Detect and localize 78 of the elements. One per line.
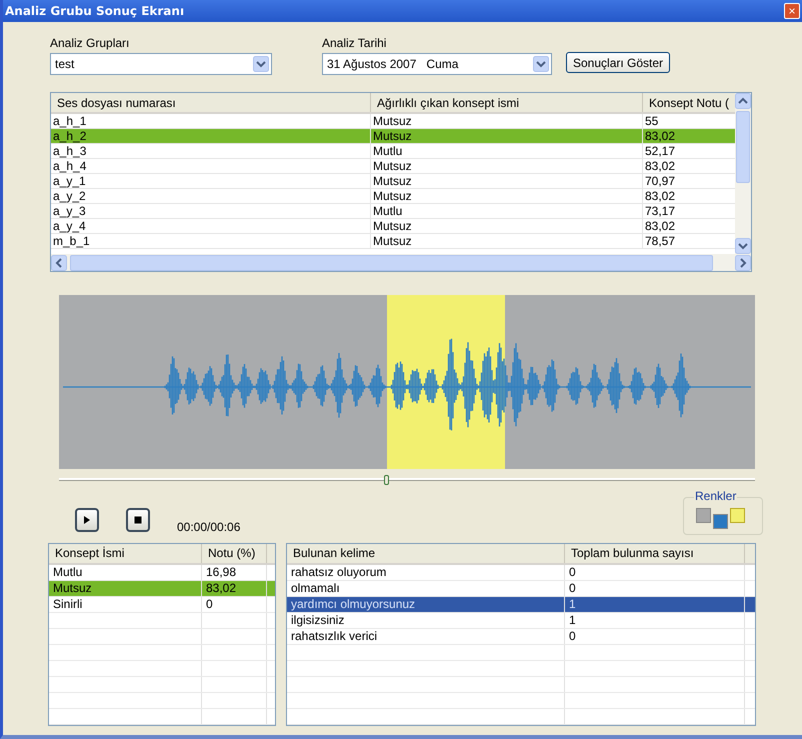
table-cell: Sinirli — [49, 597, 202, 612]
show-results-button[interactable]: Sonuçları Göster — [566, 52, 670, 73]
color-swatch[interactable] — [696, 508, 711, 523]
table-cell: Mutlu — [371, 204, 643, 218]
table-cell: a_h_2 — [51, 129, 371, 143]
table-row[interactable]: a_h_3 Mutlu 52,17 — [51, 144, 737, 159]
table-cell: Mutsuz — [371, 114, 643, 128]
table-cell: 0 — [565, 581, 745, 596]
stop-button[interactable] — [126, 508, 150, 532]
table-row[interactable]: Mutsuz 83,02 — [49, 581, 275, 597]
table-row[interactable]: a_h_4 Mutsuz 83,02 — [51, 159, 737, 174]
playback-time: 00:00/00:06 — [177, 520, 240, 534]
group-dropdown[interactable]: test — [50, 53, 272, 75]
window-title: Analiz Grubu Sonuç Ekranı — [5, 4, 184, 18]
slider-thumb[interactable] — [384, 475, 390, 485]
color-swatch[interactable] — [730, 508, 745, 523]
table-row[interactable]: yardımcı olmuyorsunuz 1 — [287, 597, 755, 613]
table-cell: a_y_4 — [51, 219, 371, 233]
table-cell: 1 — [565, 597, 745, 612]
table-cell: Mutsuz — [371, 234, 643, 248]
table-row[interactable]: a_y_2 Mutsuz 83,02 — [51, 189, 737, 204]
stop-icon — [133, 515, 143, 525]
table-cell: a_y_2 — [51, 189, 371, 203]
play-icon — [82, 515, 92, 525]
table-cell: ilgisizsiniz — [287, 613, 565, 628]
table-cell: a_h_1 — [51, 114, 371, 128]
close-button[interactable]: × — [784, 3, 800, 19]
table-cell: Mutsuz — [371, 174, 643, 188]
scroll-up-icon[interactable] — [735, 93, 751, 109]
seek-slider[interactable] — [59, 475, 755, 485]
field-label: Analiz Grupları — [50, 36, 130, 50]
table-cell: 16,98 — [202, 565, 267, 580]
table-cell: Mutlu — [371, 144, 643, 158]
table-cell: a_y_3 — [51, 204, 371, 218]
table-row[interactable]: rahatsız oluyorum 0 — [287, 565, 755, 581]
table-cell: 0 — [202, 597, 267, 612]
play-button[interactable] — [75, 508, 99, 532]
column-header[interactable]: Notu (%) — [202, 544, 267, 563]
table-cell: 0 — [565, 629, 745, 644]
horizontal-scrollbar[interactable] — [51, 254, 751, 271]
column-header[interactable]: Toplam bulunma sayısı — [565, 544, 745, 563]
table-cell: Mutsuz — [371, 159, 643, 173]
table-cell: Mutsuz — [49, 581, 202, 596]
table-cell: Mutsuz — [371, 189, 643, 203]
table-cell: 0 — [565, 565, 745, 580]
table-row[interactable]: ilgisizsiniz 1 — [287, 613, 755, 629]
column-header[interactable]: Ağırlıklı çıkan konsept ismi — [371, 93, 643, 112]
table-cell: a_h_3 — [51, 144, 371, 158]
table-cell: Mutsuz — [371, 129, 643, 143]
table-cell: m_b_1 — [51, 234, 371, 248]
table-row[interactable]: a_h_2 Mutsuz 83,02 — [51, 129, 737, 144]
color-swatch[interactable] — [713, 514, 728, 529]
table-cell: 83,02 — [202, 581, 267, 596]
table-row[interactable]: a_y_1 Mutsuz 70,97 — [51, 174, 737, 189]
table-row[interactable]: Sinirli 0 — [49, 597, 275, 613]
date-dropdown[interactable]: 31 Ağustos 2007 Cuma — [322, 53, 552, 75]
scroll-right-icon[interactable] — [735, 254, 751, 270]
table-cell: 1 — [565, 613, 745, 628]
vertical-scrollbar[interactable] — [735, 93, 751, 254]
table-row[interactable]: rahatsızlık verici 0 — [287, 629, 755, 645]
scroll-left-icon[interactable] — [51, 254, 67, 270]
table-cell: rahatsız oluyorum — [287, 565, 565, 580]
table-cell: yardımcı olmuyorsunuz — [287, 597, 565, 612]
table-cell: rahatsızlık verici — [287, 629, 565, 644]
table-cell: a_h_4 — [51, 159, 371, 173]
column-header[interactable]: Bulunan kelime — [287, 544, 565, 563]
table-cell: a_y_1 — [51, 174, 371, 188]
field-label: Analiz Tarihi — [322, 36, 388, 50]
table-row[interactable]: a_y_4 Mutsuz 83,02 — [51, 219, 737, 234]
column-header[interactable]: Ses dosyası numarası — [51, 93, 371, 112]
table-cell: Mutsuz — [371, 219, 643, 233]
group-label: Renkler — [694, 489, 738, 503]
column-header[interactable]: Konsept İsmi — [49, 544, 202, 563]
table-row[interactable]: m_b_1 Mutsuz 78,57 — [51, 234, 737, 249]
table-row[interactable]: a_y_3 Mutlu 73,17 — [51, 204, 737, 219]
scroll-down-icon[interactable] — [735, 238, 751, 254]
table-cell: olmamalı — [287, 581, 565, 596]
table-cell: Mutlu — [49, 565, 202, 580]
